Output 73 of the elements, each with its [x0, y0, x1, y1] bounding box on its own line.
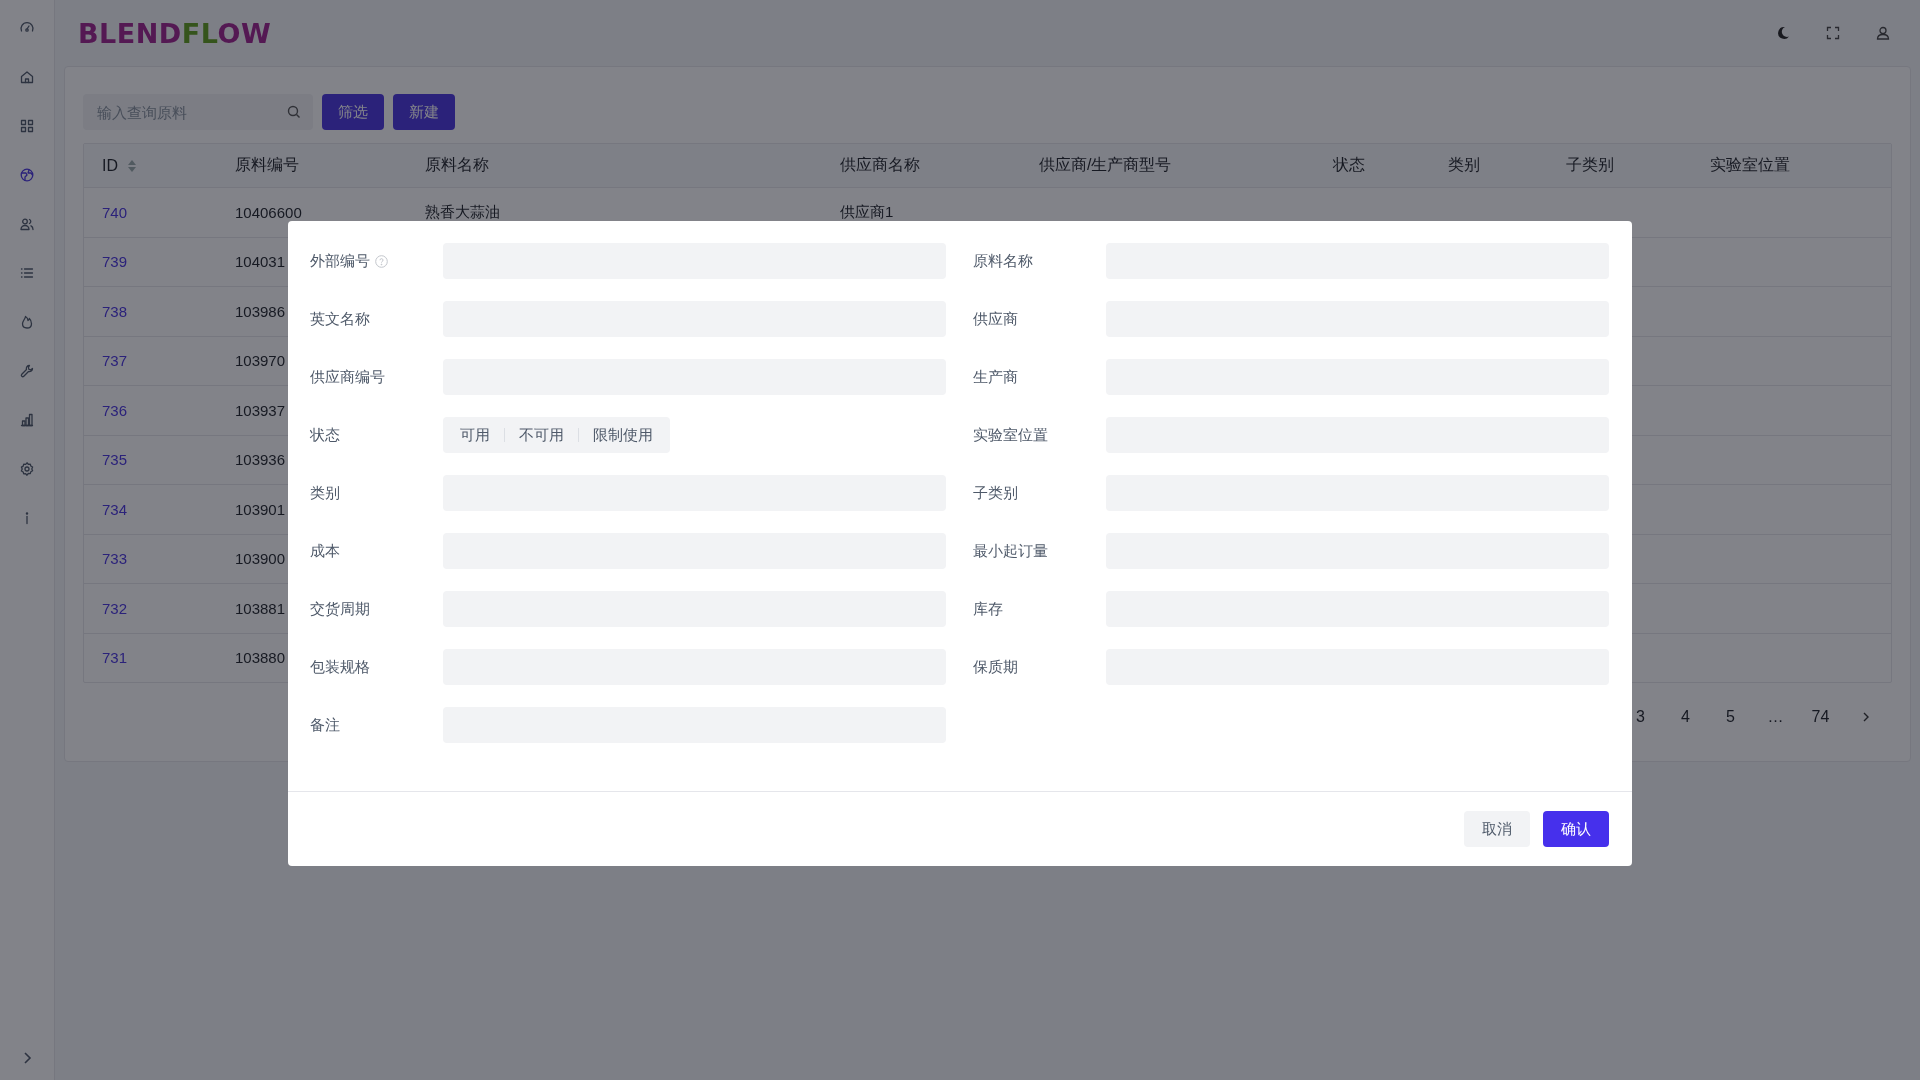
page-button[interactable]: 5	[1714, 701, 1747, 733]
cancel-button[interactable]: 取消	[1464, 811, 1530, 847]
column-header: 供应商/生产商型号	[1039, 155, 1172, 175]
id-link[interactable]: 733	[102, 550, 128, 568]
id-link[interactable]: 735	[102, 451, 128, 469]
page-button[interactable]: …	[1759, 701, 1792, 733]
id-link[interactable]: 738	[102, 302, 128, 320]
users-icon	[19, 216, 35, 232]
field-label: 供应商	[973, 309, 1018, 329]
column-header: 原料编号	[235, 155, 299, 175]
id-link[interactable]: 737	[102, 352, 128, 370]
sort-icon[interactable]	[128, 159, 136, 172]
home-icon	[19, 69, 35, 85]
id-link[interactable]: 731	[102, 649, 128, 667]
id-link[interactable]: 736	[102, 401, 128, 419]
field-label: 最小起订量	[973, 541, 1048, 561]
help-icon[interactable]	[375, 254, 388, 268]
table-cell: 供应商1	[840, 202, 894, 222]
field-label: 供应商编号	[310, 367, 385, 387]
column-header: 实验室位置	[1710, 155, 1790, 175]
segment-option[interactable]: 不可用	[505, 420, 578, 450]
column-header: 状态	[1333, 155, 1365, 175]
confirm-button[interactable]: 确认	[1543, 811, 1609, 847]
bars-icon	[19, 412, 35, 428]
gear-icon	[19, 461, 35, 477]
page-button[interactable]: 4	[1669, 701, 1702, 733]
table-cell: 103986	[235, 302, 286, 320]
field-label: 成本	[310, 541, 340, 561]
grid-icon	[19, 118, 35, 134]
field-label: 类别	[310, 483, 340, 503]
field-label: 生产商	[973, 367, 1018, 387]
logo-wordmark: BLENDFLOW	[78, 17, 272, 49]
field-label: 备注	[310, 715, 340, 735]
page-button[interactable]: 74	[1804, 701, 1837, 733]
column-header[interactable]: ID	[102, 156, 118, 175]
page-button[interactable]: 3	[1624, 701, 1657, 733]
field-label: 库存	[973, 599, 1003, 619]
segment-option[interactable]: 可用	[446, 420, 504, 450]
toolbar-button[interactable]: 筛选	[322, 94, 384, 130]
table-cell: 103900	[235, 550, 286, 568]
field-label: 英文名称	[310, 309, 370, 329]
field-label: 交货周期	[310, 599, 370, 619]
id-link[interactable]: 732	[102, 599, 128, 617]
field-label: 实验室位置	[973, 425, 1048, 445]
table-cell: 103970	[235, 352, 286, 370]
field-label: 原料名称	[973, 251, 1033, 271]
table-cell: 103936	[235, 451, 286, 469]
field-label: 保质期	[973, 657, 1018, 677]
column-header: 供应商名称	[840, 155, 920, 175]
segment-option[interactable]: 限制使用	[579, 420, 667, 450]
table-cell: 103881	[235, 599, 286, 617]
id-link[interactable]: 740	[102, 203, 128, 221]
column-header: 类别	[1448, 155, 1480, 175]
field-label: 外部编号	[310, 251, 370, 271]
table-cell: 103937	[235, 401, 286, 419]
toolbar-button[interactable]: 新建	[393, 94, 455, 130]
flame-icon	[19, 314, 35, 330]
column-header: 原料名称	[425, 155, 489, 175]
field-label: 子类别	[973, 483, 1018, 503]
id-link[interactable]: 739	[102, 253, 128, 271]
id-link[interactable]: 734	[102, 500, 128, 518]
table-cell: 104031	[235, 253, 286, 271]
field-label: 包装规格	[310, 657, 370, 677]
table-cell: 103880	[235, 649, 286, 667]
wrench-icon	[19, 363, 35, 379]
globe-icon	[19, 167, 35, 183]
list-icon	[19, 265, 35, 281]
table-cell: 103901	[235, 500, 286, 518]
table-cell: 熟香大蒜油	[425, 202, 500, 222]
column-header: 子类别	[1566, 155, 1614, 175]
search-icon	[287, 105, 301, 119]
field-label: 状态	[310, 425, 340, 445]
table-cell: 10406600	[235, 203, 302, 221]
